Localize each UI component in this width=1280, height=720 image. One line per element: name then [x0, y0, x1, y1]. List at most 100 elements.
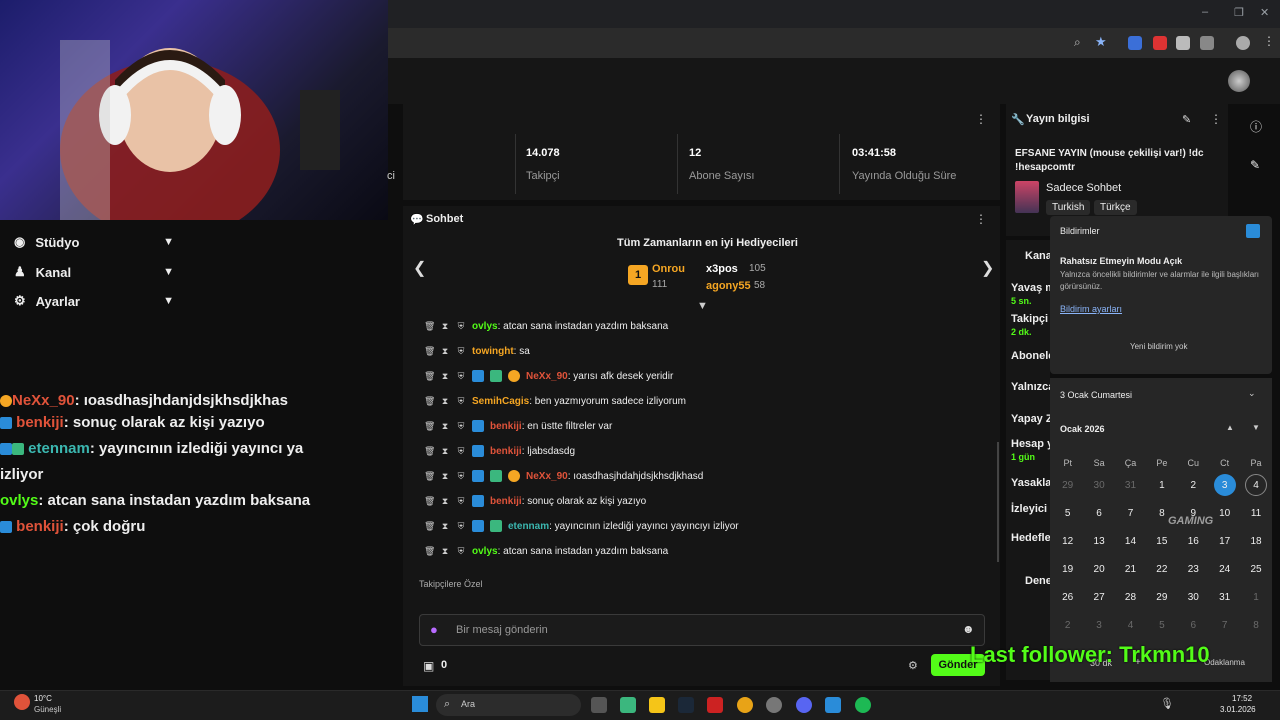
weather-icon[interactable]	[14, 694, 30, 710]
edit-icon[interactable]: ✎	[1250, 158, 1260, 172]
ban-icon[interactable]: ⛨	[456, 346, 466, 357]
calendar-day[interactable]: 22	[1146, 555, 1177, 583]
delete-icon[interactable]: 🗑	[424, 371, 435, 382]
delete-icon[interactable]: 🗑	[424, 346, 435, 357]
delete-icon[interactable]: 🗑	[424, 446, 435, 457]
timeout-icon[interactable]: ⧗	[440, 521, 450, 532]
profile-icon[interactable]	[1236, 36, 1250, 50]
calendar-day[interactable]: 30	[1178, 583, 1209, 611]
chat-username[interactable]: benkiji	[490, 496, 522, 507]
microphone-icon[interactable]: ●	[430, 622, 438, 637]
gear-icon[interactable]: ⚙	[908, 659, 918, 672]
ban-icon[interactable]: ⛨	[456, 521, 466, 532]
channel-control-label[interactable]: Yavaş m	[1011, 282, 1055, 294]
chevron-down-icon[interactable]: ⌄	[1248, 388, 1256, 399]
calendar-day[interactable]: 23	[1178, 555, 1209, 583]
chat-username[interactable]: NeXx_90	[526, 471, 568, 482]
collapse-icon[interactable]: ▼	[697, 300, 708, 312]
calendar-day[interactable]: 16	[1178, 527, 1209, 555]
delete-icon[interactable]: 🗑	[424, 521, 435, 532]
minimize-button[interactable]: –	[1202, 6, 1208, 18]
channel-control-label[interactable]: Takipçi	[1011, 313, 1048, 325]
emoji-icon[interactable]: ☻	[962, 622, 975, 636]
task-view-icon[interactable]	[591, 697, 607, 713]
ban-icon[interactable]: ⛨	[456, 421, 466, 432]
delete-icon[interactable]: 🗑	[424, 546, 435, 557]
calendar-day[interactable]: 10	[1209, 499, 1240, 527]
calendar-day[interactable]: 14	[1115, 527, 1146, 555]
bookmark-star-icon[interactable]: ★	[1095, 34, 1107, 50]
ban-icon[interactable]: ⛨	[456, 321, 466, 332]
tag-chip[interactable]: Türkçe	[1094, 200, 1137, 215]
calendar-day[interactable]: 5	[1146, 611, 1177, 639]
next-arrow-icon[interactable]: ❯	[981, 258, 994, 278]
channel-control-label[interactable]: İzleyici	[1011, 503, 1047, 515]
ban-icon[interactable]: ⛨	[456, 471, 466, 482]
calendar-day[interactable]: 29	[1146, 583, 1177, 611]
timeout-icon[interactable]: ⧗	[440, 471, 450, 482]
calendar-day[interactable]: 30	[1083, 471, 1114, 499]
spotify-icon[interactable]	[855, 697, 871, 713]
ban-icon[interactable]: ⛨	[456, 546, 466, 557]
previous-month-icon[interactable]: ▲	[1226, 423, 1234, 432]
chat-username[interactable]: etennam	[508, 521, 549, 532]
calendar-day[interactable]: 4	[1240, 471, 1271, 499]
focus-button[interactable]: Odaklanma	[1204, 658, 1245, 667]
ban-icon[interactable]: ⛨	[456, 446, 466, 457]
calendar-day[interactable]: 6	[1083, 499, 1114, 527]
calendar-day[interactable]: 25	[1240, 555, 1271, 583]
timeout-icon[interactable]: ⧗	[440, 421, 450, 432]
calendar-day[interactable]: 17	[1209, 527, 1240, 555]
calendar-day[interactable]: 5	[1052, 499, 1083, 527]
menu-dots-icon[interactable]: ⋮	[1263, 34, 1275, 48]
extension-icon[interactable]	[1128, 36, 1142, 50]
chrome-icon[interactable]	[737, 697, 753, 713]
app-icon[interactable]	[766, 697, 782, 713]
calendar-day[interactable]: 21	[1115, 555, 1146, 583]
calendar-day[interactable]: 31	[1209, 583, 1240, 611]
more-options-icon[interactable]: ⋮	[1210, 112, 1222, 126]
steam-icon[interactable]	[678, 697, 694, 713]
calendar-day[interactable]: 1	[1240, 583, 1271, 611]
timeout-icon[interactable]: ⧗	[440, 496, 450, 507]
timeout-icon[interactable]: ⧗	[440, 446, 450, 457]
puzzle-icon[interactable]	[1200, 36, 1214, 50]
chat-username[interactable]: towinght	[472, 346, 514, 357]
chat-username[interactable]: NeXx_90	[526, 371, 568, 382]
calendar-day[interactable]: 3	[1083, 611, 1114, 639]
channel-control-label[interactable]: Yalnızca	[1011, 381, 1054, 393]
timeout-icon[interactable]: ⧗	[440, 371, 450, 382]
calendar-day[interactable]: 26	[1052, 583, 1083, 611]
shield-extension-icon[interactable]	[1176, 36, 1190, 50]
calendar-day[interactable]: 19	[1052, 555, 1083, 583]
more-options-icon[interactable]: ⋮	[975, 112, 987, 126]
chat-input[interactable]: ● Bir mesaj gönderin ☻	[419, 614, 985, 646]
calendar-day[interactable]: 12	[1052, 527, 1083, 555]
calendar-day[interactable]: 1	[1146, 471, 1177, 499]
channel-control-label[interactable]: Yasakla	[1011, 477, 1051, 489]
ban-icon[interactable]: ⛨	[456, 496, 466, 507]
maximize-button[interactable]: ❐	[1234, 6, 1244, 19]
timeout-icon[interactable]: ⧗	[440, 396, 450, 407]
notification-settings-link[interactable]: Bildirim ayarları	[1060, 304, 1122, 314]
app-icon[interactable]	[825, 697, 841, 713]
calendar-day[interactable]: 20	[1083, 555, 1114, 583]
discord-icon[interactable]	[796, 697, 812, 713]
calendar-day[interactable]: 7	[1115, 499, 1146, 527]
next-month-icon[interactable]: ▼	[1252, 423, 1260, 432]
avatar[interactable]	[1228, 70, 1250, 92]
calendar-day[interactable]: 4	[1115, 611, 1146, 639]
calendar-day[interactable]: 27	[1083, 583, 1114, 611]
sidebar-item-channel[interactable]: ♟ Kanal ▼	[14, 264, 174, 280]
chat-username[interactable]: ovlys	[472, 321, 498, 332]
calendar-day[interactable]: 13	[1083, 527, 1114, 555]
previous-arrow-icon[interactable]: ❮	[413, 258, 426, 278]
calendar-day[interactable]: 3	[1209, 471, 1240, 499]
sidebar-item-studio[interactable]: ◉ Stüdyo ▼	[14, 234, 174, 250]
dnd-icon[interactable]	[1246, 224, 1260, 238]
chat-username[interactable]: SemihCagis	[472, 396, 529, 407]
channel-control-label[interactable]: Yapay Z	[1011, 413, 1053, 425]
timeout-icon[interactable]: ⧗	[440, 546, 450, 557]
microphone-icon[interactable]: 🎙	[1160, 697, 1174, 710]
calendar-day[interactable]: 15	[1146, 527, 1177, 555]
